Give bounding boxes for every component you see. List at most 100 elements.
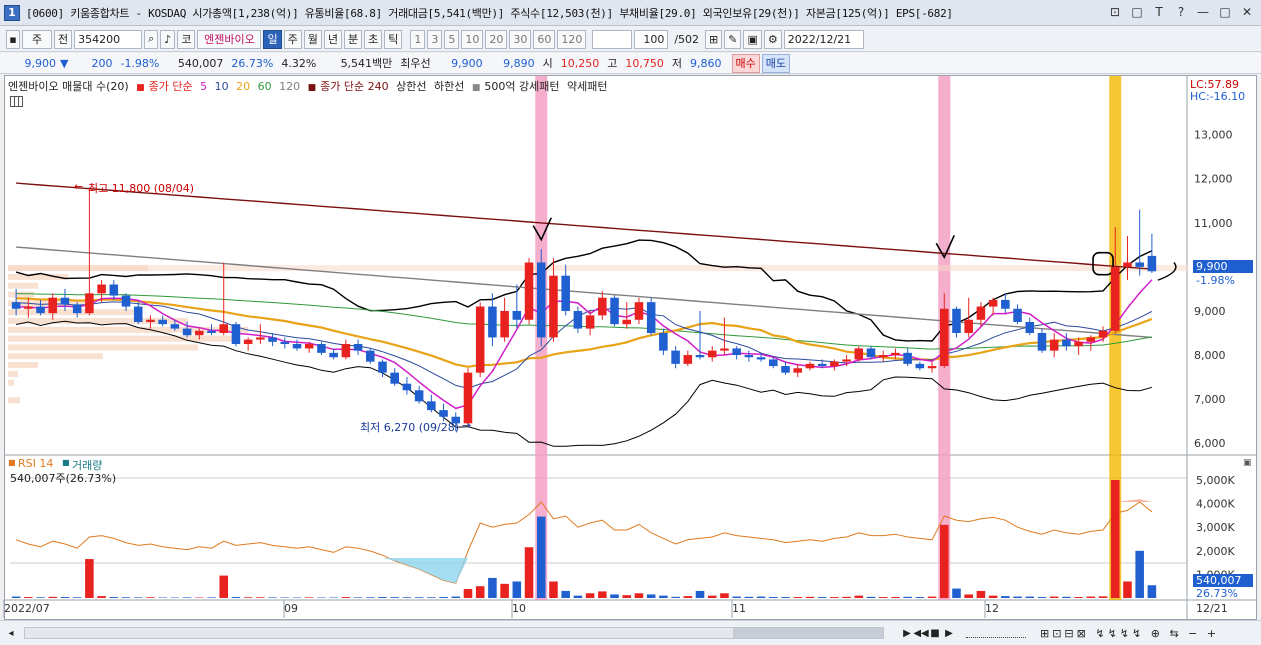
period-month[interactable]: 월 xyxy=(303,29,322,49)
legend-pattern: 500억 강세패턴 xyxy=(484,80,560,93)
chart-tools-icon[interactable]: ⊞ xyxy=(705,29,723,49)
open-price: 10,250 xyxy=(560,56,600,70)
horizontal-scrollbar[interactable] xyxy=(24,627,884,639)
help-icon[interactable]: ? xyxy=(1173,4,1189,20)
legend-bullet3-icon: ■ xyxy=(471,83,481,93)
close-icon[interactable]: ✕ xyxy=(1239,4,1255,20)
legend-ma60: 60 xyxy=(257,80,272,93)
layout-icons[interactable]: ⊞⊡⊟⊠ ↯↯↯↯ ⊕ ⇆ − + xyxy=(1040,627,1219,640)
volume-ratio: 26.73% xyxy=(231,56,274,70)
restore-layout-icon[interactable]: ⊡ xyxy=(1107,4,1123,20)
best-bid: 9,890 xyxy=(503,56,535,70)
rewind-icon[interactable]: ◀◀ xyxy=(913,626,928,640)
maximize-icon[interactable]: □ xyxy=(1217,4,1233,20)
chart-legend: 엔젠바이오 매물대 수(20) ■ 종가 단순 5 10 20 60 120 ■ 종… xyxy=(8,78,611,94)
volume-bullet-icon: ■ xyxy=(62,458,70,467)
low-price: 9,860 xyxy=(690,56,722,70)
low-annotation: 최저 6,270 (09/28) xyxy=(360,421,460,434)
best-ask: 9,900 xyxy=(451,56,483,70)
play-icon[interactable]: ▶ xyxy=(900,626,914,640)
table-icon[interactable] xyxy=(10,96,23,107)
legend-ma5: 5 xyxy=(200,80,208,93)
chart-area[interactable] xyxy=(4,75,1257,620)
period-year[interactable]: 년 xyxy=(323,29,342,49)
low-label: 저 xyxy=(671,57,683,70)
legend-lower: 하한선 xyxy=(434,80,465,93)
down-arrow-icon: ▼ xyxy=(60,56,69,70)
best-ask-label: 최우선 xyxy=(400,57,431,70)
vol-pct-tag: 26.73% xyxy=(1196,587,1238,600)
legend-ma10: 10 xyxy=(214,80,229,93)
minute-120[interactable]: 120 xyxy=(557,29,587,49)
checkbox-icon[interactable]: ▪ xyxy=(6,29,20,49)
hc-label: HC:-16.10 xyxy=(1190,90,1246,103)
high-arrow-icon: ← xyxy=(74,180,84,193)
low-arrow-icon: → xyxy=(462,419,472,432)
volume-value-label: 540,007주(26.73%) xyxy=(10,472,117,485)
legend-bullet2-icon: ■ xyxy=(307,83,317,93)
period-day[interactable]: 일 xyxy=(263,29,282,49)
period-week[interactable]: 주 xyxy=(283,29,302,49)
legend-upper: 상한선 xyxy=(396,80,427,93)
high-price: 10,750 xyxy=(625,56,664,70)
market-button[interactable]: 코 xyxy=(177,29,196,49)
count-input[interactable]: 100 xyxy=(634,29,669,49)
rsi-bullet-icon: ■ xyxy=(8,458,16,467)
main-toolbar: ▪ 주 전 354200 ⌕ ♪ 코 엔젠바이오 일 주 월 년 분 초 틱 1… xyxy=(0,27,1261,52)
minute-10[interactable]: 10 xyxy=(461,29,484,49)
minute-60[interactable]: 60 xyxy=(533,29,556,49)
text-icon[interactable]: T xyxy=(1151,4,1167,20)
period-second[interactable]: 초 xyxy=(364,29,383,49)
high-label: 고 xyxy=(607,57,618,70)
period-select[interactable]: 주 xyxy=(22,29,52,49)
settings-gear-icon[interactable]: ⚙ xyxy=(763,29,782,49)
change-percent: -1.98% xyxy=(120,56,160,70)
legend-ma240: 종가 단순 240 xyxy=(320,80,389,93)
date-input[interactable]: 2022/12/21 xyxy=(783,29,864,49)
price-change: 200 xyxy=(91,56,113,70)
legend-bullet-icon: ■ xyxy=(136,83,145,93)
save-icon[interactable]: ▣ xyxy=(743,29,762,49)
legend-ma-label: 종가 단순 xyxy=(148,80,193,93)
settings-square-icon[interactable]: ▣ xyxy=(1243,458,1252,468)
window-number-icon: 1 xyxy=(4,4,20,21)
legend-ma120: 120 xyxy=(279,80,301,93)
frame-icon[interactable]: □ xyxy=(1129,4,1145,20)
volume-value: 540,007 xyxy=(177,56,224,70)
window-controls: ⊡ □ T ? — □ ✕ xyxy=(1107,4,1255,20)
custom-period-select[interactable] xyxy=(592,29,633,49)
bottom-bar: ◂ ▶ ◀◀ ■ ▶ ⊞⊡⊟⊠ ↯↯↯↯ ⊕ ⇆ − + xyxy=(0,620,1261,645)
minute-30[interactable]: 30 xyxy=(509,29,532,49)
open-label: 시 xyxy=(542,57,553,70)
minute-3[interactable]: 3 xyxy=(427,29,443,49)
forward-icon[interactable]: ▶ xyxy=(942,626,956,640)
jeon-button[interactable]: 전 xyxy=(54,29,73,49)
high-annotation: 최고 11,800 (08/04) xyxy=(88,182,195,195)
draw-icon[interactable]: ✎ xyxy=(724,29,742,49)
stock-code-input[interactable]: 354200 xyxy=(74,29,143,49)
current-price: 9,900 xyxy=(24,56,57,70)
minute-5[interactable]: 5 xyxy=(444,29,460,49)
scroll-left-icon[interactable]: ◂ xyxy=(4,626,18,640)
minute-20[interactable]: 20 xyxy=(485,29,508,49)
sound-icon[interactable]: ♪ xyxy=(160,29,176,49)
title-bar: 1 [0600] 키움종합차트 - KOSDAQ 시가총액[1,238(억)] … xyxy=(0,0,1261,26)
period-minute[interactable]: 분 xyxy=(343,29,363,49)
stock-name: 엔젠바이오 xyxy=(197,29,262,49)
stop-icon[interactable]: ■ xyxy=(928,626,942,640)
period-tick[interactable]: 틱 xyxy=(384,29,403,49)
zoom-slider[interactable] xyxy=(966,628,1026,638)
scroll-thumb[interactable] xyxy=(733,628,883,638)
sell-button[interactable]: 매도 xyxy=(761,53,791,73)
rsi-label: RSI 14 xyxy=(18,457,54,470)
legend-weak: 약세패턴 xyxy=(567,80,608,93)
legend-name: 엔젠바이오 매물대 수(20) xyxy=(8,80,129,93)
count-total: /502 xyxy=(674,32,700,46)
minimize-icon[interactable]: — xyxy=(1195,4,1211,20)
current-pct-tag: -1.98% xyxy=(1196,274,1235,287)
window-title: [0600] 키움종합차트 - KOSDAQ 시가총액[1,238(억)] 유통… xyxy=(26,6,953,20)
minute-1[interactable]: 1 xyxy=(410,29,426,49)
current-price-tag: 9,900 xyxy=(1193,260,1253,273)
search-icon[interactable]: ⌕ xyxy=(144,29,159,49)
buy-button[interactable]: 매수 xyxy=(731,53,760,73)
